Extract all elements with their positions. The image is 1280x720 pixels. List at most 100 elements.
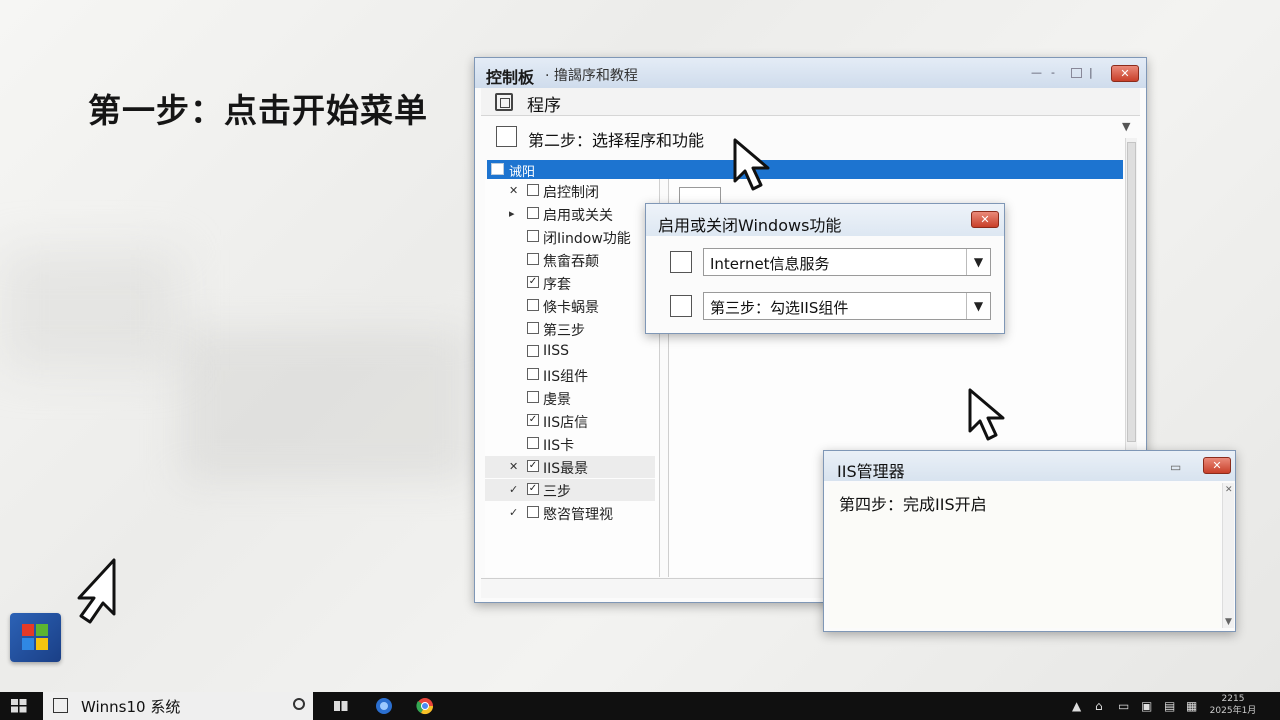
image-icon — [53, 698, 68, 713]
control-panel-title: 控制板 — [486, 68, 535, 87]
expander-icon[interactable]: ✓ — [509, 506, 518, 519]
network-icon[interactable]: ⌂ — [1095, 699, 1103, 713]
tree-checkbox[interactable] — [527, 207, 539, 219]
battery-icon[interactable]: ▭ — [1118, 699, 1129, 713]
separator-icon: - — [1051, 66, 1055, 79]
control-panel-subtitle: · 撸謁序和教程 — [545, 68, 638, 84]
close-button[interactable]: ✕ — [1111, 65, 1139, 82]
tree-item[interactable]: 倏卡蜗景 — [485, 295, 655, 317]
iis-titlebar[interactable]: IIS管理器 ▭ ✕ — [824, 451, 1235, 481]
scrollbar-thumb[interactable] — [1127, 142, 1136, 442]
tree-checkbox[interactable]: ✓ — [527, 460, 539, 472]
step2-label: 第二步：选择程序和功能 — [528, 131, 705, 150]
tree-item-label: IIS最景 — [543, 461, 589, 477]
tree-item[interactable]: 焦畲吞颠 — [485, 249, 655, 271]
program-header: 程序 — [481, 88, 1140, 116]
search-icon[interactable] — [293, 698, 305, 710]
features-title: 启用或关闭Windows功能 — [658, 216, 842, 235]
tree-item-label: 闭Iindow功能 — [543, 231, 631, 247]
expander-icon[interactable]: ✕ — [509, 184, 518, 197]
step4-label: 第四步：完成IIS开启 — [839, 495, 987, 514]
tree-checkbox[interactable] — [527, 437, 539, 449]
taskbar-app-search[interactable]: Winns10 系统 — [43, 692, 313, 720]
tree-item[interactable]: IIS卡 — [485, 433, 655, 455]
vertical-scrollbar[interactable]: ✕ ▼ — [1222, 483, 1234, 628]
task-view-icon[interactable] — [333, 698, 349, 714]
tree-item-label: 焦畲吞颠 — [543, 254, 599, 270]
scroll-up-icon[interactable]: ✕ — [1225, 485, 1233, 495]
expander-icon[interactable]: ▸ — [509, 207, 515, 220]
input-method-icon[interactable]: ▤ — [1164, 699, 1175, 713]
control-panel-titlebar[interactable]: 控制板 · 撸謁序和教程 — - | ✕ — [475, 58, 1146, 88]
tree-checkbox[interactable]: ✓ — [527, 483, 539, 495]
tree-item[interactable]: ✓ 愍咨管理视 — [485, 502, 655, 524]
chrome-browser-icon[interactable] — [415, 696, 435, 716]
expander-icon[interactable]: ✕ — [509, 460, 518, 473]
chevron-down-icon[interactable]: ▼ — [966, 293, 990, 319]
iis-title: IIS管理器 — [837, 462, 905, 481]
tree-checkbox[interactable] — [527, 368, 539, 380]
volume-icon[interactable]: ▣ — [1141, 699, 1152, 713]
tree-checkbox[interactable]: ✓ — [527, 414, 539, 426]
step2-checkbox[interactable] — [496, 126, 517, 147]
tree-item[interactable]: 闭Iindow功能 — [485, 226, 655, 248]
close-button[interactable]: ✕ — [971, 211, 999, 228]
scroll-down-icon[interactable]: ▼ — [1225, 617, 1232, 627]
tree-item[interactable]: ✕ ✓ IIS最景 — [485, 456, 655, 478]
tree-item[interactable]: ✓ IIS店信 — [485, 410, 655, 432]
feature-tree: ✕ 启控制闭 ▸ 启用或关关闭Iindow功能 焦畲吞颠 ✓ 序套倏卡蜗景第三步 IISS II… — [485, 179, 660, 577]
clock[interactable]: 2215 2025年1月 — [1208, 693, 1258, 717]
feature-checkbox[interactable] — [670, 295, 692, 317]
tree-checkbox[interactable] — [527, 391, 539, 403]
tree-checkbox[interactable] — [527, 345, 539, 357]
features-titlebar[interactable]: 启用或关闭Windows功能 ✕ — [646, 204, 1004, 236]
selected-list-item[interactable]: 诫阳 — [487, 160, 1123, 180]
tree-item-label: 倏卡蜗景 — [543, 300, 599, 316]
maximize-button[interactable] — [1071, 68, 1082, 78]
tree-item-label: 虔景 — [543, 392, 571, 408]
background-glare — [180, 330, 470, 480]
tree-item[interactable]: ✓ 序套 — [485, 272, 655, 294]
minimize-button[interactable]: ▭ — [1170, 460, 1181, 474]
notification-icon[interactable]: ▦ — [1186, 699, 1197, 713]
start-button[interactable] — [10, 613, 61, 662]
windows-logo-icon[interactable] — [11, 699, 27, 713]
feature-label: Internet信息服务 — [710, 255, 830, 273]
chevron-up-icon[interactable]: ▲ — [1072, 699, 1081, 713]
tree-item[interactable]: IIS组件 — [485, 364, 655, 386]
feature-row-internet[interactable]: Internet信息服务 ▼ — [670, 248, 991, 276]
tree-checkbox[interactable] — [527, 506, 539, 518]
feature-dropdown[interactable]: Internet信息服务 ▼ — [703, 248, 991, 276]
scroll-down-arrow-icon[interactable]: ▼ — [1122, 120, 1130, 133]
feature-checkbox[interactable] — [670, 251, 692, 273]
chevron-down-icon[interactable]: ▼ — [966, 249, 990, 275]
tree-item-label: 三步 — [543, 484, 571, 500]
edge-browser-icon[interactable] — [374, 696, 394, 716]
tree-checkbox[interactable]: ✓ — [527, 276, 539, 288]
tree-item[interactable]: 第三步 — [485, 318, 655, 340]
feature-row-step3[interactable]: 第三步：勾选IIS组件 ▼ — [670, 292, 991, 320]
tree-item-label: IIS组件 — [543, 369, 589, 385]
tree-checkbox[interactable] — [527, 253, 539, 265]
tree-checkbox[interactable] — [527, 299, 539, 311]
feature-dropdown[interactable]: 第三步：勾选IIS组件 ▼ — [703, 292, 991, 320]
tree-checkbox[interactable] — [527, 184, 539, 196]
mouse-cursor-icon — [77, 558, 116, 624]
tree-item-label: 第三步 — [543, 323, 585, 339]
tree-checkbox[interactable] — [527, 230, 539, 242]
tree-item[interactable]: ▸ 启用或关关 — [485, 203, 655, 225]
tree-item[interactable]: IISS — [485, 341, 655, 363]
tree-item[interactable]: ✓ ✓ 三步 — [485, 479, 655, 501]
clock-date: 2025年1月 — [1209, 706, 1257, 716]
tree-checkbox[interactable] — [527, 322, 539, 334]
tree-item[interactable]: ✕ 启控制闭 — [485, 180, 655, 202]
tree-item-label: 启控制闭 — [543, 185, 599, 201]
mouse-cursor-icon — [968, 388, 1005, 441]
tree-item-label: 启用或关关 — [543, 208, 613, 224]
tree-item[interactable]: 虔景 — [485, 387, 655, 409]
tree-item-label: IIS卡 — [543, 438, 575, 454]
close-button[interactable]: ✕ — [1203, 457, 1231, 474]
program-icon — [495, 93, 513, 111]
expander-icon[interactable]: ✓ — [509, 483, 518, 496]
minimize-button[interactable]: — — [1031, 66, 1042, 79]
